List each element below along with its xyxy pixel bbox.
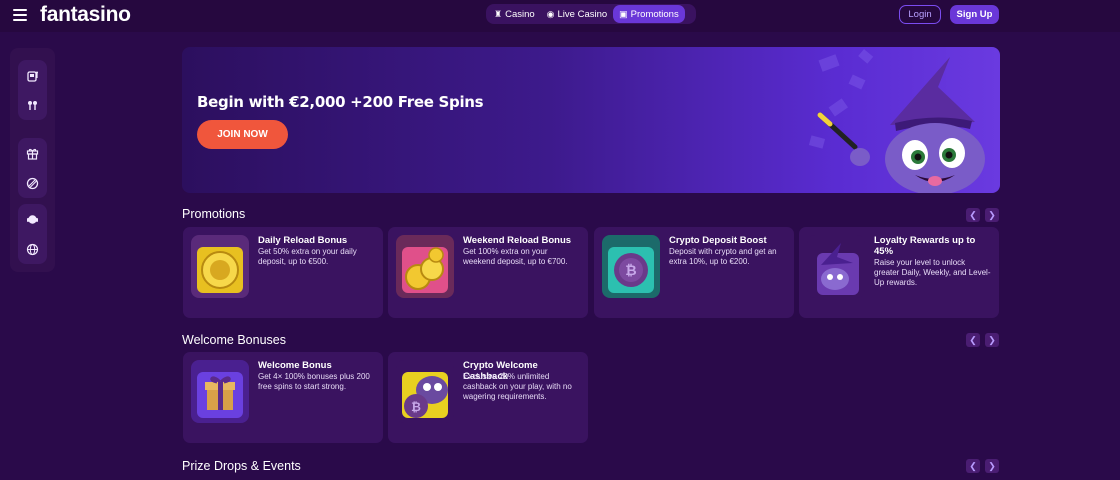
sidebar-group-promos — [18, 138, 47, 198]
card-title: Weekend Reload Bonus — [463, 235, 572, 246]
login-button[interactable]: Login — [899, 5, 941, 24]
wizard-cat-illustration — [808, 49, 985, 193]
gift-icon[interactable] — [18, 138, 47, 168]
globe-icon[interactable] — [18, 234, 47, 264]
slot-machine-icon[interactable] — [18, 60, 47, 90]
gold-coin-icon — [191, 235, 249, 298]
logo[interactable]: fantasino — [40, 3, 131, 27]
welcome-carousel-arrows: ❮ ❯ — [961, 333, 999, 347]
dealer-icon: ◉ — [546, 8, 555, 19]
sports-icon[interactable] — [18, 90, 47, 120]
tab-promotions-label: Promotions — [630, 8, 679, 20]
welcome-card-welcome-bonus[interactable]: Welcome Bonus Get 4× 100% bonuses plus 2… — [183, 352, 383, 443]
promotions-carousel-arrows: ❮ ❯ — [961, 208, 999, 222]
sidebar — [10, 48, 55, 272]
hero-banner: Begin with €2,000 +200 Free Spins JOIN N… — [182, 47, 1000, 193]
promo-card-weekend-reload[interactable]: Weekend Reload Bonus Get 100% extra on y… — [388, 227, 588, 318]
sidebar-group-games — [18, 60, 47, 120]
chevron-left-icon[interactable]: ❮ — [966, 459, 980, 473]
top-bar: fantasino ♜ Casino ◉ Live Casino ▣ Promo… — [0, 0, 1120, 32]
section-title-prize-drops: Prize Drops & Events — [182, 459, 301, 473]
prize-carousel-arrows: ❮ ❯ — [961, 459, 999, 473]
promo-card-loyalty[interactable]: Loyalty Rewards up to 45% Raise your lev… — [799, 227, 999, 318]
card-description: Deposit with crypto and get an extra 10%… — [669, 247, 777, 266]
welcome-card-crypto-cashback[interactable]: ₿ Crypto Welcome Cashback Exclusive 20% … — [388, 352, 588, 443]
section-title-promotions: Promotions — [182, 207, 246, 221]
card-description: Get 50% extra on your daily deposit, up … — [258, 247, 357, 266]
card-description: Raise your level to unlock greater Daily… — [874, 258, 991, 287]
card-title: Daily Reload Bonus — [258, 235, 348, 246]
chevron-left-icon[interactable]: ❮ — [966, 333, 980, 347]
crypto-cat-icon: ₿ — [396, 360, 454, 423]
chevron-left-icon[interactable]: ❮ — [966, 208, 980, 222]
tab-live-casino-label: Live Casino — [557, 8, 608, 20]
chevron-right-icon[interactable]: ❯ — [985, 208, 999, 222]
tab-promotions[interactable]: ▣ Promotions — [613, 5, 685, 23]
section-title-welcome-bonuses: Welcome Bonuses — [182, 333, 286, 347]
promo-card-daily-reload[interactable]: Daily Reload Bonus Get 50% extra on your… — [183, 227, 383, 318]
support-icon[interactable] — [18, 204, 47, 234]
tab-casino[interactable]: ♜ Casino — [488, 5, 541, 23]
coins-stack-icon — [396, 235, 454, 298]
signup-button[interactable]: Sign Up — [950, 5, 999, 24]
chevron-right-icon[interactable]: ❯ — [985, 459, 999, 473]
hero-title: Begin with €2,000 +200 Free Spins — [197, 93, 484, 111]
card-description: Get 100% extra on your weekend deposit, … — [463, 247, 568, 266]
promo-card-crypto-boost[interactable]: ₿ Crypto Deposit Boost Deposit with cryp… — [594, 227, 794, 318]
wheel-icon[interactable] — [18, 168, 47, 198]
card-title: Loyalty Rewards up to 45% — [874, 235, 976, 257]
wizard-cat-icon — [807, 235, 865, 298]
card-description: Get 4× 100% bonuses plus 200 free spins … — [258, 372, 370, 391]
gift-icon: ▣ — [619, 8, 628, 19]
menu-icon[interactable] — [13, 9, 27, 21]
card-description: Exclusive 20% unlimited cashback on your… — [463, 372, 572, 401]
nav-tabs: ♜ Casino ◉ Live Casino ▣ Promotions — [486, 4, 696, 24]
card-title: Welcome Bonus — [258, 360, 332, 371]
card-title: Crypto Deposit Boost — [669, 235, 767, 246]
tab-casino-label: Casino — [505, 8, 535, 20]
gift-box-icon — [191, 360, 249, 423]
slot-icon: ♜ — [494, 8, 503, 19]
sidebar-group-misc — [18, 204, 47, 264]
chevron-right-icon[interactable]: ❯ — [985, 333, 999, 347]
tab-live-casino[interactable]: ◉ Live Casino — [541, 5, 614, 23]
bitcoin-icon: ₿ — [602, 235, 660, 298]
svg-text:₿: ₿ — [411, 400, 421, 414]
svg-text:₿: ₿ — [625, 263, 636, 279]
join-now-button[interactable]: JOIN NOW — [197, 120, 288, 149]
